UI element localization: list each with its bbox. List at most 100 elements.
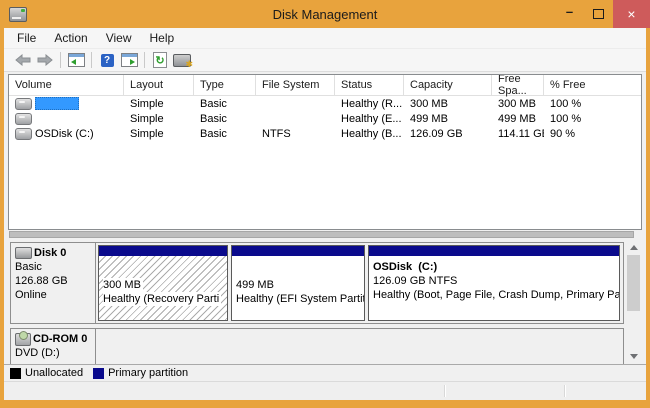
legend-primary-partition-label: Primary partition (108, 367, 188, 379)
menu-help[interactable]: Help (141, 29, 184, 47)
scroll-down-button[interactable] (625, 349, 642, 364)
column-header-capacity[interactable]: Capacity (404, 75, 492, 95)
show-action-pane-button[interactable] (118, 50, 140, 70)
disk-status: Online (15, 288, 95, 302)
partition-type-bar (99, 246, 227, 256)
cell-free-space: 499 MB (492, 113, 544, 125)
partition-title: OSDisk (C:) (373, 260, 437, 274)
title-bar: Disk Management – × (0, 0, 650, 28)
column-header-status[interactable]: Status (335, 75, 404, 95)
primary-partition-swatch (93, 368, 104, 379)
cell-status: Healthy (R... (335, 98, 404, 110)
column-header-percent-free[interactable]: % Free (544, 75, 641, 95)
column-header-free-space[interactable]: Free Spa... (492, 75, 544, 95)
vertical-scrollbar-thumb[interactable] (627, 255, 640, 311)
maximize-icon (593, 9, 604, 19)
volume-list: Volume Layout Type File System Status Ca… (8, 74, 642, 230)
horizontal-scrollbar[interactable] (8, 230, 642, 239)
disk-0-label-panel[interactable]: Disk 0 Basic 126.88 GB Online (10, 242, 96, 324)
column-header-type[interactable]: Type (194, 75, 256, 95)
disk-0-row: Disk 0 Basic 126.88 GB Online 300 MB Hea… (10, 242, 624, 324)
cell-status: Healthy (E... (335, 113, 404, 125)
cell-status: Healthy (B... (335, 128, 404, 140)
legend-bar: Unallocated Primary partition (4, 364, 646, 381)
table-row[interactable]: Simple Basic Healthy (E... 499 MB 499 MB… (9, 111, 641, 126)
back-button[interactable] (12, 50, 34, 70)
maximize-button[interactable] (584, 0, 613, 28)
cell-percent-free: 90 % (544, 128, 641, 140)
cdrom-type: DVD (D:) (15, 346, 95, 360)
volume-icon (15, 113, 32, 125)
disk-properties-icon (173, 54, 191, 67)
cell-free-space: 300 MB (492, 98, 544, 110)
column-header-volume[interactable]: Volume (9, 75, 124, 95)
cell-layout: Simple (124, 98, 194, 110)
help-button[interactable]: ? (96, 50, 118, 70)
cdrom-icon (15, 333, 31, 346)
window-title: Disk Management (0, 7, 650, 22)
cell-layout: Simple (124, 113, 194, 125)
cdrom-0-row: CD-ROM 0 DVD (D:) (10, 328, 624, 364)
partition-efi-system[interactable]: 499 MB Healthy (EFI System Partit (231, 245, 365, 321)
partition-type-bar (369, 246, 619, 256)
column-header-file-system[interactable]: File System (256, 75, 335, 95)
cdrom-0-media-area (96, 328, 624, 364)
back-arrow-icon (15, 54, 31, 66)
column-header-layout[interactable]: Layout (124, 75, 194, 95)
refresh-icon: ↻ (153, 52, 167, 68)
partition-size: 499 MB (236, 278, 274, 292)
forward-button[interactable] (34, 50, 56, 70)
partition-size: 300 MB (103, 278, 143, 292)
menu-file[interactable]: File (8, 29, 45, 47)
volume-list-header: Volume Layout Type File System Status Ca… (9, 75, 641, 96)
partition-status: Healthy (Recovery Parti (103, 292, 221, 306)
partition-type-bar (232, 246, 364, 256)
console-tree-icon (68, 53, 85, 67)
disk-icon (15, 247, 32, 259)
cell-capacity: 126.09 GB (404, 128, 492, 140)
forward-arrow-icon (37, 54, 53, 66)
disk-0-partitions: 300 MB Healthy (Recovery Parti 499 MB He… (96, 242, 624, 324)
disk-name: Disk 0 (34, 246, 66, 260)
disk-type: Basic (15, 260, 95, 274)
close-button[interactable]: × (613, 0, 650, 28)
horizontal-scrollbar-thumb[interactable] (9, 231, 634, 238)
menu-view[interactable]: View (97, 29, 141, 47)
status-bar-separator (564, 385, 566, 397)
partition-status: Healthy (EFI System Partit (236, 292, 365, 306)
toolbar-separator (91, 52, 92, 68)
partition-status: Healthy (Boot, Page File, Crash Dump, Pr… (373, 288, 620, 302)
volume-icon (15, 98, 32, 110)
disk-properties-button[interactable] (171, 50, 193, 70)
table-row[interactable]: OSDisk (C:) Simple Basic NTFS Healthy (B… (9, 126, 641, 141)
refresh-button[interactable]: ↻ (149, 50, 171, 70)
disk-size: 126.88 GB (15, 274, 95, 288)
cell-free-space: 114.11 GB (492, 128, 544, 140)
toolbar: ? ↻ (4, 49, 646, 72)
show-console-tree-button[interactable] (65, 50, 87, 70)
partition-recovery[interactable]: 300 MB Healthy (Recovery Parti (98, 245, 228, 321)
caption-buttons: – × (555, 0, 650, 28)
selected-volume-highlight (35, 97, 79, 110)
menu-action[interactable]: Action (45, 29, 96, 47)
cell-capacity: 499 MB (404, 113, 492, 125)
toolbar-separator (60, 52, 61, 68)
table-row[interactable]: Simple Basic Healthy (R... 300 MB 300 MB… (9, 96, 641, 111)
disk-management-icon (9, 7, 27, 22)
chevron-up-icon (630, 245, 638, 250)
partition-osdisk-c[interactable]: OSDisk (C:) 126.09 GB NTFS Healthy (Boot… (368, 245, 620, 321)
minimize-button[interactable]: – (555, 0, 584, 28)
volume-icon (15, 128, 32, 140)
scroll-up-button[interactable] (625, 240, 642, 255)
cell-percent-free: 100 % (544, 98, 641, 110)
cell-percent-free: 100 % (544, 113, 641, 125)
cdrom-0-label-panel[interactable]: CD-ROM 0 DVD (D:) (10, 328, 96, 364)
chevron-down-icon (630, 354, 638, 359)
status-bar-separator (444, 385, 446, 397)
vertical-scrollbar[interactable] (625, 240, 642, 364)
minimize-icon: – (566, 4, 573, 19)
unallocated-swatch (10, 368, 21, 379)
client-area: File Action View Help ? (4, 28, 646, 400)
cdrom-name: CD-ROM 0 (33, 332, 87, 346)
disk-management-window: Disk Management – × File Action View Hel… (0, 0, 650, 408)
